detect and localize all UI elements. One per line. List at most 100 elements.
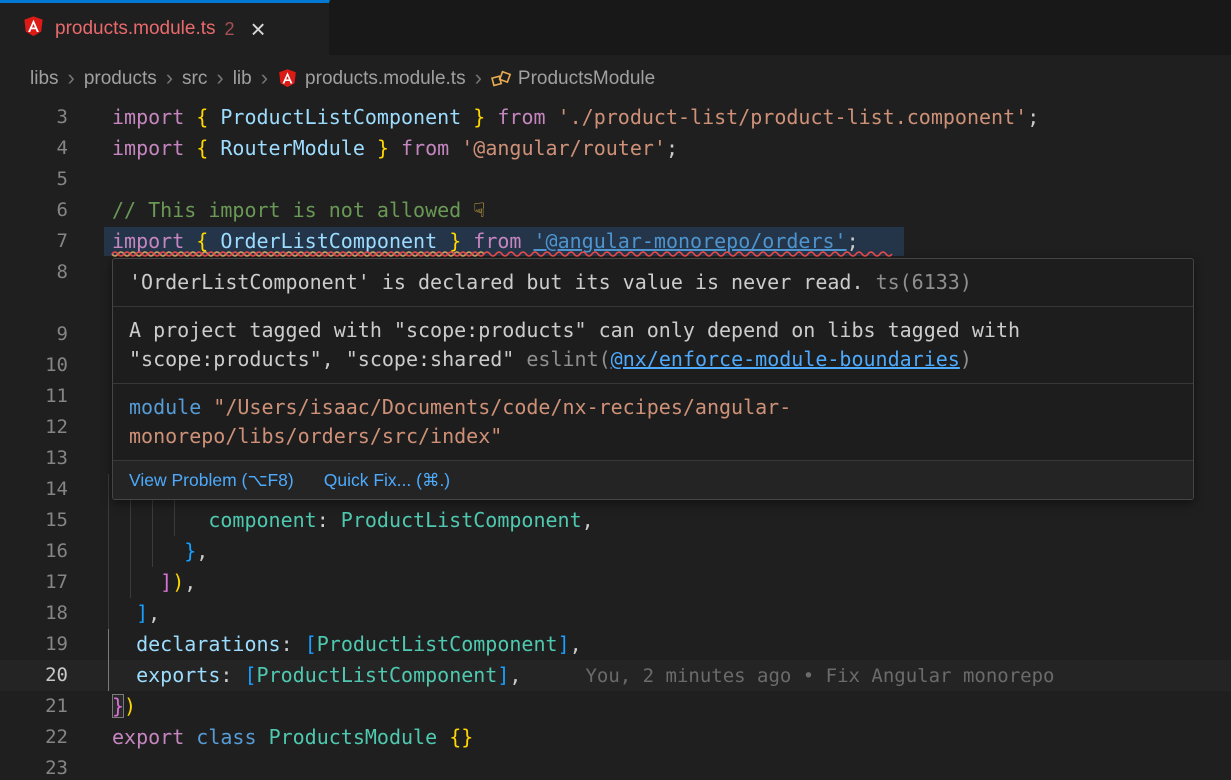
code-content[interactable]: }, xyxy=(104,536,1231,567)
breadcrumb-item-productsmodule[interactable]: ProductsModule xyxy=(491,68,655,90)
line-number xyxy=(0,288,104,319)
vscode-window: products.module.ts 2 × libs › products › src… xyxy=(0,0,1231,780)
line-number[interactable]: 17 xyxy=(0,567,104,598)
breadcrumb-item-lib[interactable]: lib xyxy=(233,68,252,90)
code-content[interactable]: ], xyxy=(104,598,1231,629)
code-content[interactable]: }) xyxy=(104,691,1231,722)
line-number[interactable]: 13 xyxy=(0,443,104,474)
code-line-18: 18 ], xyxy=(0,598,1231,629)
line-number[interactable]: 12 xyxy=(0,412,104,443)
code-token: ] xyxy=(558,632,570,656)
line-number[interactable]: 11 xyxy=(0,381,104,412)
code-token xyxy=(112,663,136,687)
code-line-3: 3import { ProductListComponent } from '.… xyxy=(0,102,1231,133)
eslint-rule-link[interactable]: @nx/enforce-module-boundaries xyxy=(611,347,960,371)
code-token: ProductListComponent xyxy=(317,632,558,656)
code-content[interactable]: import { OrderListComponent } from '@ang… xyxy=(104,226,1231,257)
code-token xyxy=(184,136,196,160)
code-token: OrderListComponent xyxy=(220,229,437,253)
breadcrumb-label: products xyxy=(84,68,157,90)
ts-diagnostic-message: 'OrderListComponent' is declared but its… xyxy=(129,270,864,294)
code-content[interactable]: exports: [ProductListComponent],You, 2 m… xyxy=(104,660,1231,691)
quick-fix-button[interactable]: Quick Fix... (⌘.) xyxy=(324,469,450,491)
line-number[interactable]: 21 xyxy=(0,691,104,722)
code-content[interactable]: import { ProductListComponent } from './… xyxy=(104,102,1231,133)
code-token: ProductListComponent xyxy=(341,508,582,532)
code-token xyxy=(184,229,196,253)
code-token: // This import is not allowed xyxy=(112,198,473,222)
code-token: '@angular/router' xyxy=(461,136,666,160)
code-token: import xyxy=(112,136,184,160)
line-number[interactable]: 18 xyxy=(0,598,104,629)
code-content[interactable]: import { RouterModule } from '@angular/r… xyxy=(104,133,1231,164)
breadcrumb-item-products-module-ts[interactable]: products.module.ts xyxy=(277,68,466,90)
module-import-link[interactable]: '@angular-monorepo/orders' xyxy=(534,229,847,253)
breadcrumb-item-libs[interactable]: libs xyxy=(30,68,59,90)
hover-action-bar: View Problem (⌥F8) Quick Fix... (⌘.) xyxy=(113,461,1193,499)
close-icon[interactable]: × xyxy=(251,19,266,39)
angular-icon xyxy=(22,15,45,43)
code-content[interactable] xyxy=(104,164,1231,195)
code-content[interactable]: export class ProductsModule {} xyxy=(104,722,1231,753)
line-number[interactable]: 14 xyxy=(0,474,104,505)
code-content[interactable]: ]), xyxy=(104,567,1231,598)
line-number[interactable]: 9 xyxy=(0,319,104,350)
code-token: } xyxy=(112,694,124,718)
code-token xyxy=(437,725,449,749)
breadcrumb-item-products[interactable]: products xyxy=(84,68,157,90)
view-problem-button[interactable]: View Problem (⌥F8) xyxy=(129,469,294,491)
line-number[interactable]: 15 xyxy=(0,505,104,536)
breadcrumb-separator: › xyxy=(68,65,75,93)
code-token xyxy=(184,725,196,749)
line-number[interactable]: 16 xyxy=(0,536,104,567)
code-token: } xyxy=(473,105,485,129)
code-line-16: 16 }, xyxy=(0,536,1231,567)
code-token xyxy=(449,136,461,160)
code-token: ] xyxy=(160,570,172,594)
code-content[interactable]: // This import is not allowed ☟ xyxy=(104,195,1231,226)
code-token: [ xyxy=(305,632,317,656)
code-token: { xyxy=(196,136,208,160)
line-number[interactable]: 22 xyxy=(0,722,104,753)
breadcrumb-separator: › xyxy=(475,65,482,93)
code-content[interactable] xyxy=(104,753,1231,780)
code-token: {} xyxy=(449,725,473,749)
line-number[interactable]: 3 xyxy=(0,102,104,133)
line-number[interactable]: 5 xyxy=(0,164,104,195)
code-token xyxy=(389,136,401,160)
line-number[interactable]: 20 xyxy=(0,660,104,691)
module-path-info: module "/Users/isaac/Documents/code/nx-r… xyxy=(113,384,1193,461)
line-number[interactable]: 4 xyxy=(0,133,104,164)
tab-products-module[interactable]: products.module.ts 2 × xyxy=(0,0,330,55)
code-token xyxy=(521,229,533,253)
breadcrumb-item-src[interactable]: src xyxy=(182,68,207,90)
line-number[interactable]: 8 xyxy=(0,257,104,288)
code-token: ProductListComponent xyxy=(257,663,498,687)
eslint-diagnostic: A project tagged with "scope:products" c… xyxy=(113,307,1193,384)
editor: 3import { ProductListComponent } from '.… xyxy=(0,102,1231,780)
code-token: declarations xyxy=(136,632,281,656)
breadcrumb-separator: › xyxy=(261,65,268,93)
line-number[interactable]: 19 xyxy=(0,629,104,660)
line-number[interactable]: 7 xyxy=(0,226,104,257)
code-token: component xyxy=(208,508,316,532)
code-token: , xyxy=(509,663,521,687)
code-content[interactable]: declarations: [ProductListComponent], xyxy=(104,629,1231,660)
code-token: ] xyxy=(136,601,148,625)
module-path-line2: monorepo/libs/orders/src/index" xyxy=(129,424,502,448)
code-token xyxy=(546,105,558,129)
code-content[interactable]: component: ProductListComponent, xyxy=(104,505,1231,536)
code-token: ProductsModule xyxy=(269,725,438,749)
code-token: './product-list/product-list.component' xyxy=(558,105,1028,129)
code-line-17: 17 ]), xyxy=(0,567,1231,598)
breadcrumb-separator: › xyxy=(166,65,173,93)
code-token xyxy=(208,105,220,129)
code-line-19: 19 declarations: [ProductListComponent], xyxy=(0,629,1231,660)
code-token: from xyxy=(401,136,449,160)
code-line-20: 20 exports: [ProductListComponent],You, … xyxy=(0,660,1231,691)
line-number[interactable]: 23 xyxy=(0,753,104,780)
line-number[interactable]: 6 xyxy=(0,195,104,226)
breadcrumb-label: products.module.ts xyxy=(305,68,466,90)
code-token xyxy=(257,725,269,749)
line-number[interactable]: 10 xyxy=(0,350,104,381)
